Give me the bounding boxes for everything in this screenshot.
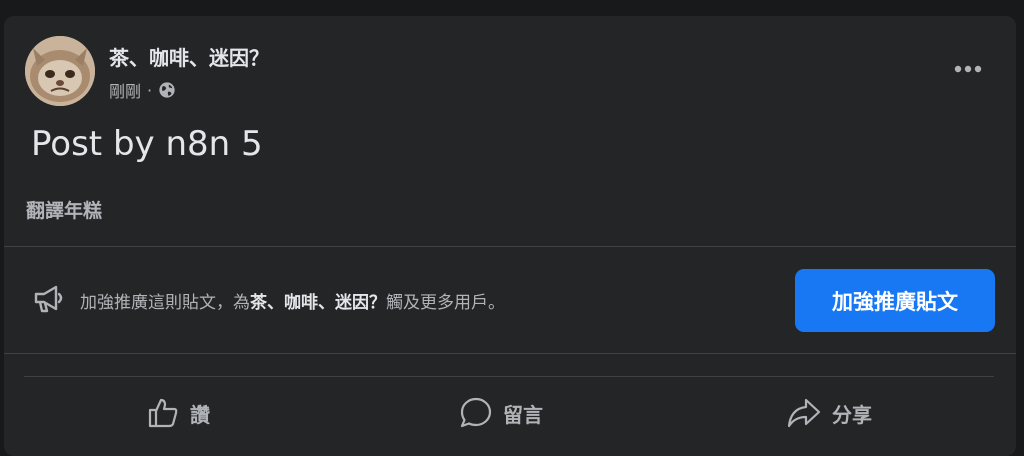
share-icon bbox=[787, 398, 821, 428]
post-text: Post by n8n 5 bbox=[31, 124, 263, 164]
globe-icon[interactable] bbox=[158, 81, 176, 99]
boost-description: 加強推廣這則貼文，為茶、咖啡、迷因？觸及更多用戶。 bbox=[80, 288, 505, 313]
share-label: 分享 bbox=[832, 402, 872, 427]
translate-link[interactable]: 翻譯年糕 bbox=[26, 196, 102, 223]
post-header: 茶、咖啡、迷因？ 剛剛 · bbox=[4, 16, 1016, 106]
divider bbox=[4, 353, 1016, 354]
comment-label: 留言 bbox=[503, 402, 543, 427]
share-button[interactable]: 分享 bbox=[786, 395, 872, 431]
boost-post-button[interactable]: 加強推廣貼文 bbox=[795, 269, 995, 332]
cat-avatar-image bbox=[25, 36, 95, 106]
post-card: 茶、咖啡、迷因？ 剛剛 · Post by n8n 5 翻譯年糕 加強推廣這則貼… bbox=[4, 16, 1016, 456]
boost-text-prefix: 加強推廣這則貼文，為 bbox=[80, 293, 250, 313]
author-name[interactable]: 茶、咖啡、迷因？ bbox=[109, 42, 269, 71]
meta-separator: · bbox=[147, 80, 153, 100]
boost-text-suffix: 觸及更多用戶。 bbox=[386, 293, 505, 313]
post-time[interactable]: 剛剛 bbox=[109, 78, 141, 102]
like-icon bbox=[148, 398, 178, 428]
avatar[interactable] bbox=[25, 36, 95, 106]
megaphone-icon bbox=[32, 284, 66, 314]
action-bar: 讚 留言 分享 bbox=[24, 376, 994, 447]
boost-page-name: 茶、咖啡、迷因？ bbox=[250, 293, 386, 313]
comment-button[interactable]: 留言 bbox=[459, 395, 543, 431]
post-meta: 剛剛 · bbox=[109, 78, 176, 102]
comment-icon bbox=[460, 397, 492, 428]
boost-section: 加強推廣這則貼文，為茶、咖啡、迷因？觸及更多用戶。 加強推廣貼文 bbox=[4, 247, 1016, 353]
like-button[interactable]: 讚 bbox=[146, 395, 210, 431]
more-options-button[interactable] bbox=[948, 54, 988, 84]
like-label: 讚 bbox=[190, 402, 210, 427]
more-dots-icon bbox=[954, 65, 982, 73]
